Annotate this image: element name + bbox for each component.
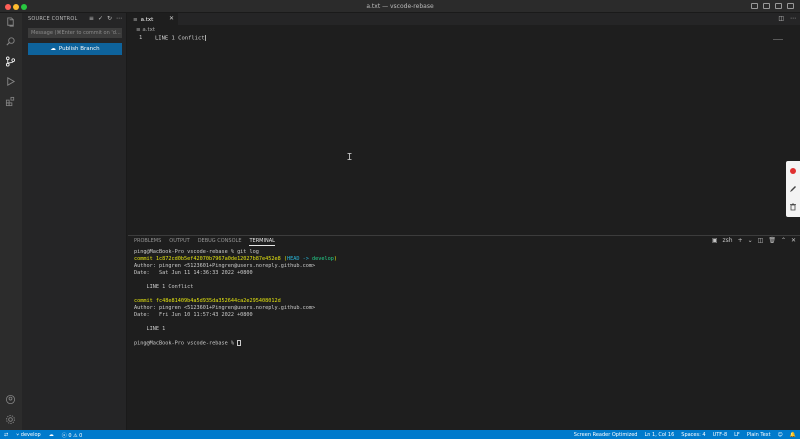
trash-icon[interactable] bbox=[789, 203, 797, 211]
terminal-prompt: ping@MacBook-Pro vscode-rebase % git log bbox=[134, 249, 259, 255]
bottom-panel: PROBLEMS OUTPUT DEBUG CONSOLE TERMINAL ▣… bbox=[128, 235, 800, 430]
commit-suffix: ) bbox=[333, 256, 338, 262]
search-icon[interactable] bbox=[5, 36, 16, 47]
head-ref: HEAD -> bbox=[287, 256, 313, 262]
explorer-icon[interactable] bbox=[5, 17, 16, 28]
kill-terminal-icon[interactable]: 🗑 bbox=[768, 237, 776, 244]
author-line: Author: pingren <5123601+Pingren@users.n… bbox=[134, 305, 316, 311]
warning-count: 0 bbox=[79, 432, 83, 439]
customize-layout-icon[interactable] bbox=[787, 3, 794, 9]
window-title: a.txt — vscode-rebase bbox=[366, 3, 434, 10]
editor-area[interactable]: 1 LINE 1 Conflict bbox=[128, 35, 800, 235]
end-of-line[interactable]: LF bbox=[734, 432, 740, 438]
editor-tabs: ≡ a.txt ✕ ◫ ⋯ bbox=[128, 13, 800, 25]
branch-indicator[interactable]: ⑂ develop bbox=[16, 432, 41, 439]
close-panel-icon[interactable]: ✕ bbox=[791, 237, 796, 244]
source-control-icon[interactable] bbox=[5, 56, 16, 67]
commit-line: commit 1c872cd0b5ef42070b7967a0de12027b8… bbox=[134, 256, 337, 262]
editor-more-actions-icon[interactable]: ⋯ bbox=[790, 15, 796, 22]
account-icon[interactable] bbox=[5, 394, 16, 405]
language-mode[interactable]: Plain Text bbox=[747, 432, 771, 438]
text-file-icon: ≡ bbox=[133, 16, 138, 23]
floating-toolbar bbox=[786, 161, 800, 217]
mouse-ibeam-cursor-icon bbox=[347, 153, 352, 160]
line-text[interactable]: LINE 1 Conflict bbox=[155, 36, 205, 42]
split-terminal-icon[interactable]: ◫ bbox=[758, 237, 764, 244]
new-terminal-icon[interactable]: + bbox=[738, 237, 743, 244]
author-line: Author: pingren <5123601+Pingren@users.n… bbox=[134, 263, 316, 269]
date-line: Date: Sat Jun 11 14:36:33 2022 +0800 bbox=[134, 270, 253, 276]
chevron-down-icon[interactable]: ⌄ bbox=[748, 237, 753, 244]
tab-terminal[interactable]: TERMINAL bbox=[249, 238, 275, 246]
toggle-panel-icon[interactable] bbox=[763, 3, 770, 9]
terminal-icon: ▣ bbox=[711, 237, 718, 244]
terminal-prompt: ping@MacBook-Pro vscode-rebase % bbox=[134, 340, 238, 347]
remote-icon[interactable]: ⇄ bbox=[4, 432, 8, 439]
toggle-sidebar-icon[interactable] bbox=[751, 3, 758, 9]
terminal-output[interactable]: ping@MacBook-Pro vscode-rebase % git log… bbox=[134, 249, 794, 348]
pen-icon[interactable] bbox=[789, 185, 797, 193]
publish-branch-button[interactable]: ☁ Publish Branch bbox=[28, 43, 122, 55]
screen-reader-status[interactable]: Screen Reader Optimized bbox=[574, 432, 638, 438]
branch-name: develop bbox=[20, 431, 41, 438]
refresh-icon[interactable]: ↻ bbox=[107, 15, 112, 22]
title-bar: a.txt — vscode-rebase bbox=[0, 0, 800, 13]
tab-problems[interactable]: PROBLEMS bbox=[134, 238, 161, 246]
date-line: Date: Fri Jun 10 11:57:43 2022 +0800 bbox=[134, 312, 253, 318]
commit-check-icon[interactable]: ✓ bbox=[98, 15, 103, 22]
tab-label: a.txt bbox=[140, 16, 154, 23]
extensions-icon[interactable] bbox=[5, 96, 16, 107]
breadcrumb[interactable]: ≡ a.txt bbox=[136, 27, 155, 33]
run-debug-icon[interactable] bbox=[5, 76, 16, 87]
cursor-position[interactable]: Ln 1, Col 16 bbox=[644, 432, 674, 438]
record-icon[interactable] bbox=[789, 167, 797, 175]
line-number: 1 bbox=[139, 35, 143, 41]
toggle-secondary-sidebar-icon[interactable] bbox=[775, 3, 782, 9]
notifications-icon[interactable]: 🔔 bbox=[790, 432, 796, 438]
tab-debug-console[interactable]: DEBUG CONSOLE bbox=[198, 238, 242, 246]
publish-branch-label: Publish Branch bbox=[58, 46, 100, 52]
commit-message: LINE 1 Conflict bbox=[134, 284, 194, 290]
settings-gear-icon[interactable] bbox=[5, 414, 16, 425]
publish-sync-icon[interactable]: ☁ bbox=[49, 432, 54, 439]
source-control-sidebar: SOURCE CONTROL ≡ ✓ ↻ ⋯ Message (⌘Enter t… bbox=[22, 13, 127, 430]
commit-hash: commit 1c872cd0b5ef42070b7967a0de12027b8… bbox=[134, 256, 288, 262]
text-cursor bbox=[204, 35, 206, 41]
more-actions-icon[interactable]: ⋯ bbox=[116, 15, 122, 22]
error-count: 0 bbox=[68, 432, 72, 439]
encoding[interactable]: UTF-8 bbox=[713, 432, 728, 438]
commit-line: commit fc48e81409b4a5d935da352644ca2e295… bbox=[134, 298, 281, 304]
view-as-tree-icon[interactable]: ≡ bbox=[89, 15, 94, 22]
feedback-icon[interactable]: ☺ bbox=[778, 432, 783, 438]
problems-indicator[interactable]: ⓧ 0 ⚠ 0 bbox=[62, 432, 83, 439]
branch-ref: develop bbox=[312, 256, 334, 262]
commit-message-input[interactable]: Message (⌘Enter to commit on 'd... bbox=[28, 28, 122, 38]
split-editor-icon[interactable]: ◫ bbox=[778, 15, 784, 22]
activity-bar bbox=[0, 13, 22, 430]
terminal-cursor bbox=[237, 340, 242, 346]
minimap-line[interactable] bbox=[773, 39, 783, 40]
shell-name[interactable]: zsh bbox=[723, 237, 733, 244]
commit-message: LINE 1 bbox=[134, 326, 166, 332]
indentation[interactable]: Spaces: 4 bbox=[681, 432, 705, 438]
cloud-upload-icon: ☁ bbox=[50, 46, 56, 52]
text-file-icon: ≡ bbox=[136, 27, 141, 33]
tab-output[interactable]: OUTPUT bbox=[169, 238, 189, 246]
close-tab-icon[interactable]: ✕ bbox=[169, 15, 174, 22]
breadcrumb-file[interactable]: a.txt bbox=[142, 27, 155, 33]
maximize-panel-icon[interactable]: ⌃ bbox=[781, 237, 786, 244]
status-bar: ⇄ ⑂ develop ☁ ⓧ 0 ⚠ 0 Screen Reader Opti… bbox=[0, 430, 800, 439]
